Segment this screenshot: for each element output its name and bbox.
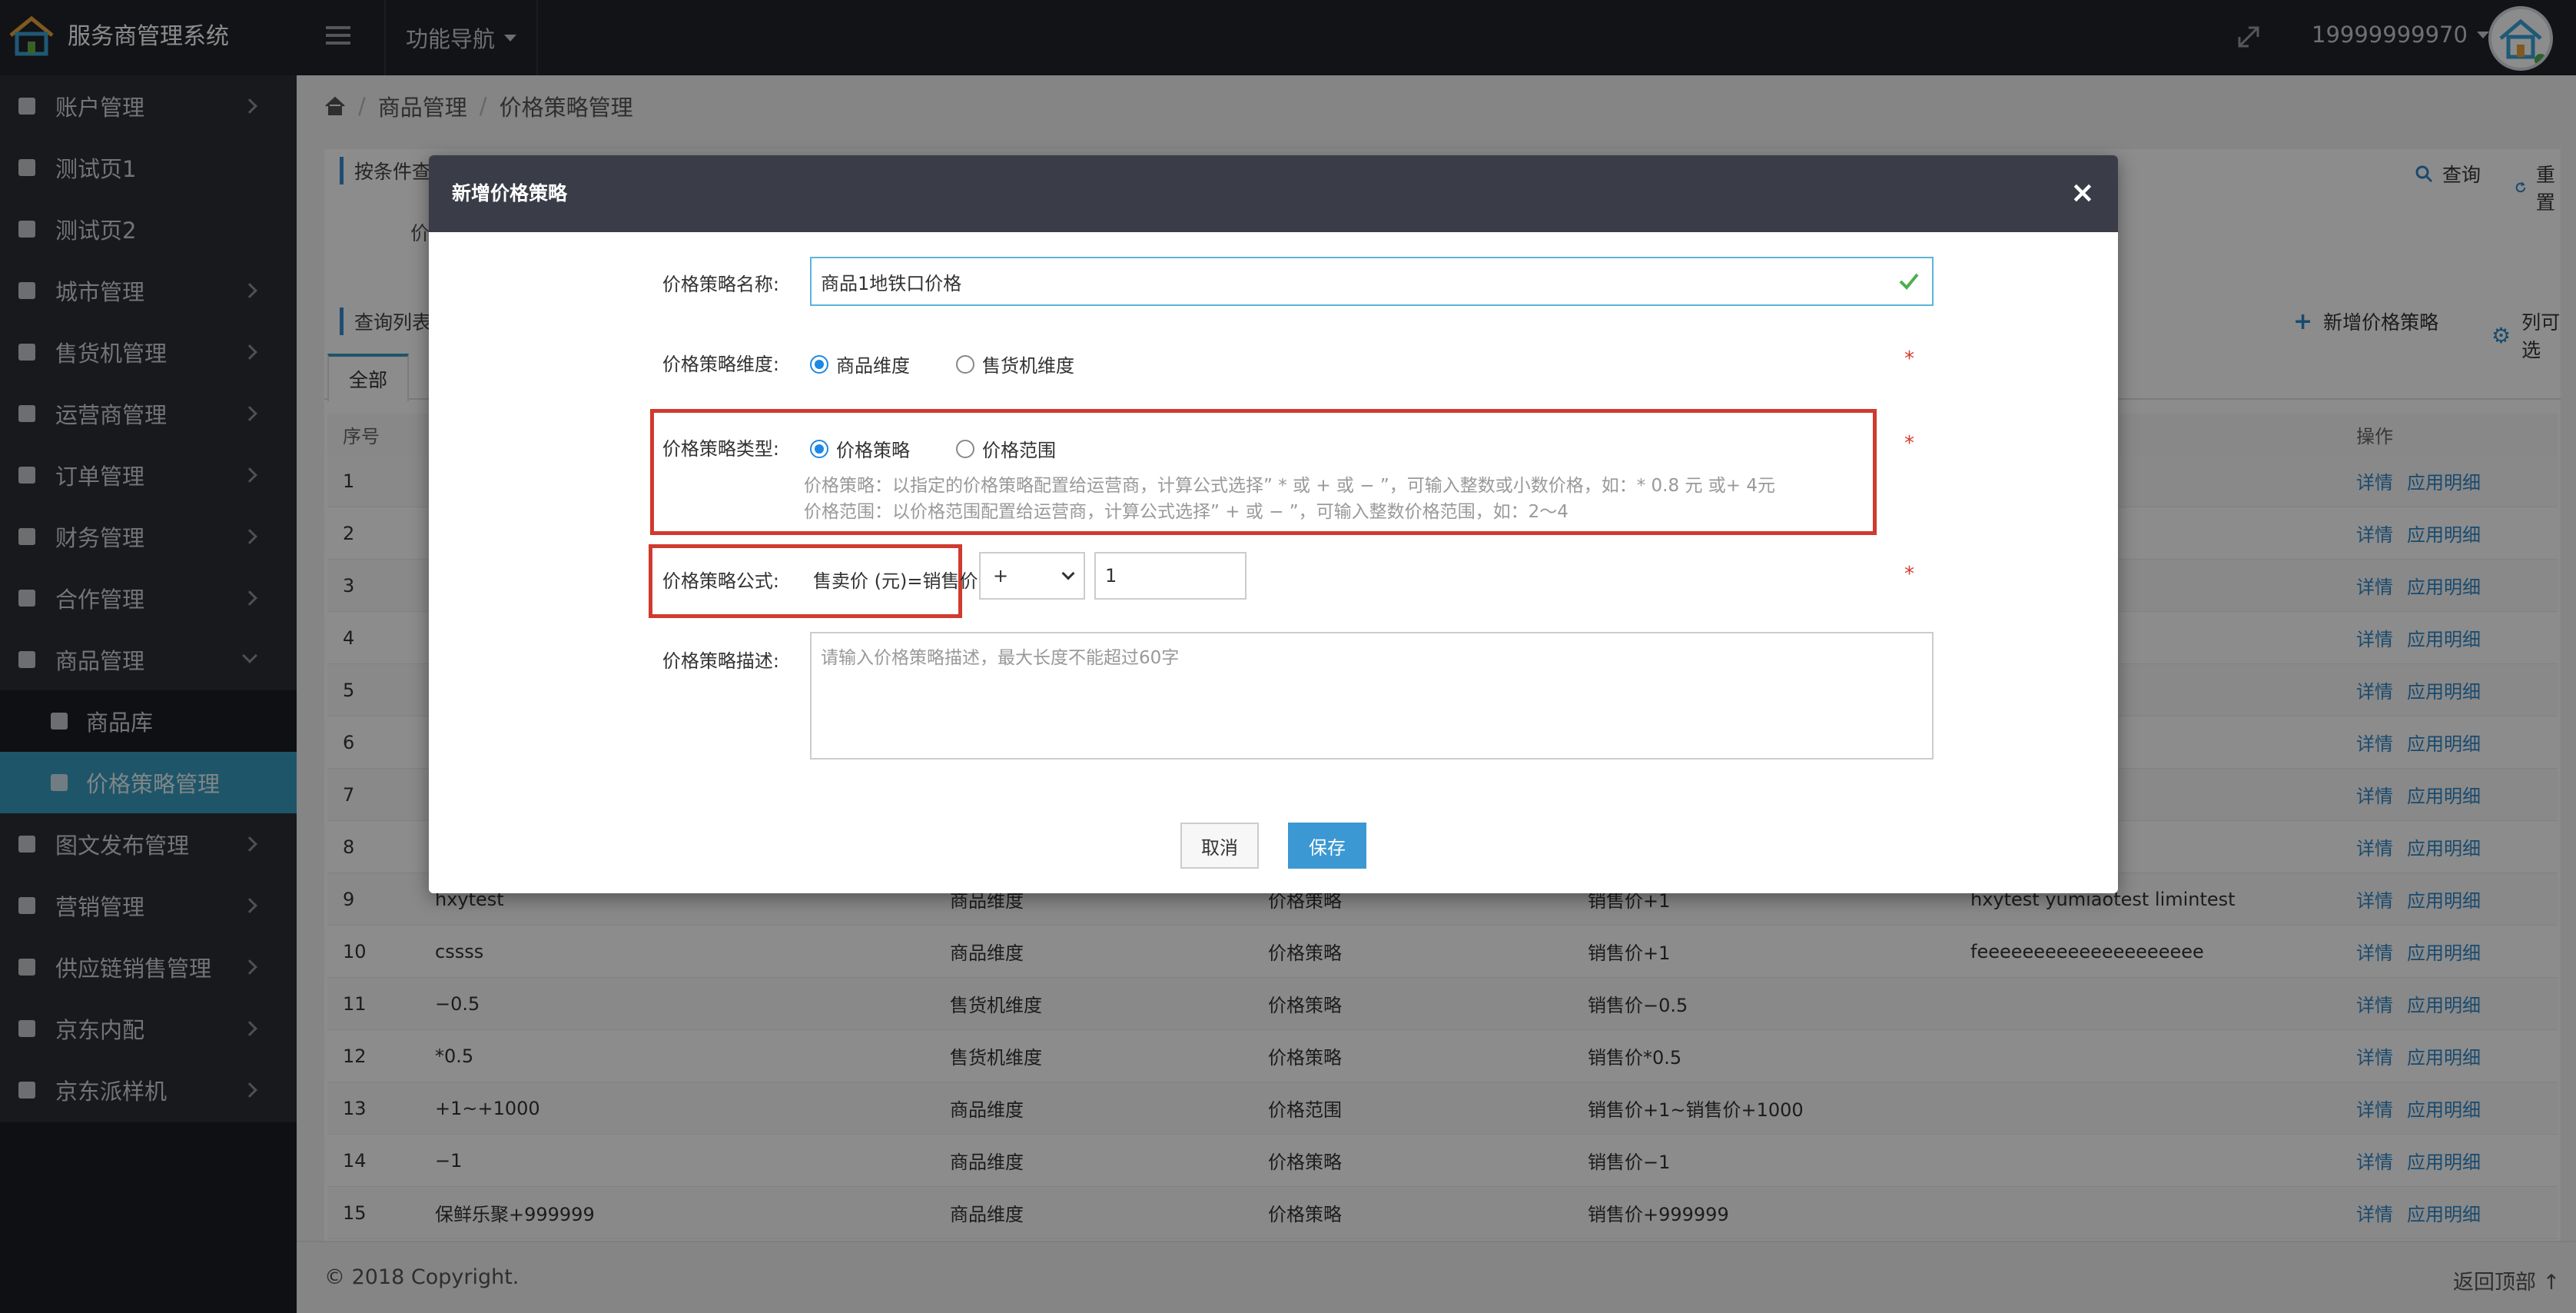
- radio-checked-icon: [810, 354, 828, 374]
- radio-vending-dimension[interactable]: 售货机维度: [956, 351, 1074, 377]
- required-mark: *: [1904, 563, 1914, 586]
- radio-goods-dimension[interactable]: 商品维度: [810, 351, 910, 377]
- description-placeholder: 请输入价格策略描述，最大长度不能超过60字: [821, 648, 1180, 668]
- formula-value-input[interactable]: 1: [1094, 552, 1247, 600]
- radio-price-range[interactable]: 价格范围: [956, 435, 1056, 462]
- formula-value: 1: [1105, 565, 1117, 587]
- formula-prefix: 售卖价 (元)=销售价: [813, 570, 978, 592]
- formula-label: 价格策略公式:: [662, 570, 779, 592]
- radio-unchecked-icon: [956, 354, 974, 374]
- chevron-down-icon: [1061, 567, 1075, 580]
- check-icon: [1899, 273, 1919, 290]
- formula-operator-value: +: [993, 565, 1009, 587]
- required-mark: *: [1904, 432, 1914, 455]
- strategy-name-value: 商品1地铁口价格: [821, 272, 962, 294]
- dialog-title: 新增价格策略: [452, 182, 568, 204]
- description-textarea[interactable]: 请输入价格策略描述，最大长度不能超过60字: [810, 632, 1934, 760]
- type-hint-1: 价格策略：以指定的价格策略配置给运营商，计算公式选择” * 或 + 或 − ”，…: [804, 476, 1775, 496]
- dimension-label: 价格策略维度:: [662, 354, 779, 375]
- radio-unchecked-icon: [956, 439, 974, 458]
- radio-label: 价格范围: [982, 440, 1056, 461]
- radio-price-strategy[interactable]: 价格策略: [810, 435, 910, 462]
- close-icon[interactable]: ×: [2070, 177, 2095, 208]
- formula-operator-select[interactable]: +: [979, 552, 1085, 600]
- description-label: 价格策略描述:: [662, 650, 779, 672]
- name-label: 价格策略名称:: [662, 274, 779, 295]
- type-label: 价格策略类型:: [662, 438, 779, 460]
- required-mark: *: [1904, 347, 1914, 371]
- cancel-button[interactable]: 取消: [1180, 823, 1259, 869]
- type-hint-2: 价格范围：以价格范围配置给运营商，计算公式选择” + 或 − ”，可输入整数价格…: [804, 502, 1569, 522]
- radio-label: 价格策略: [836, 440, 910, 461]
- add-strategy-dialog: 新增价格策略 × 价格策略名称: 商品1地铁口价格 价格策略维度: 商品维度 售…: [429, 155, 2118, 893]
- save-button[interactable]: 保存: [1288, 823, 1366, 869]
- radio-checked-icon: [810, 439, 828, 458]
- strategy-name-input[interactable]: 商品1地铁口价格: [810, 257, 1934, 306]
- dialog-header: 新增价格策略 ×: [429, 155, 2118, 232]
- radio-label: 售货机维度: [982, 355, 1074, 377]
- radio-label: 商品维度: [836, 355, 910, 377]
